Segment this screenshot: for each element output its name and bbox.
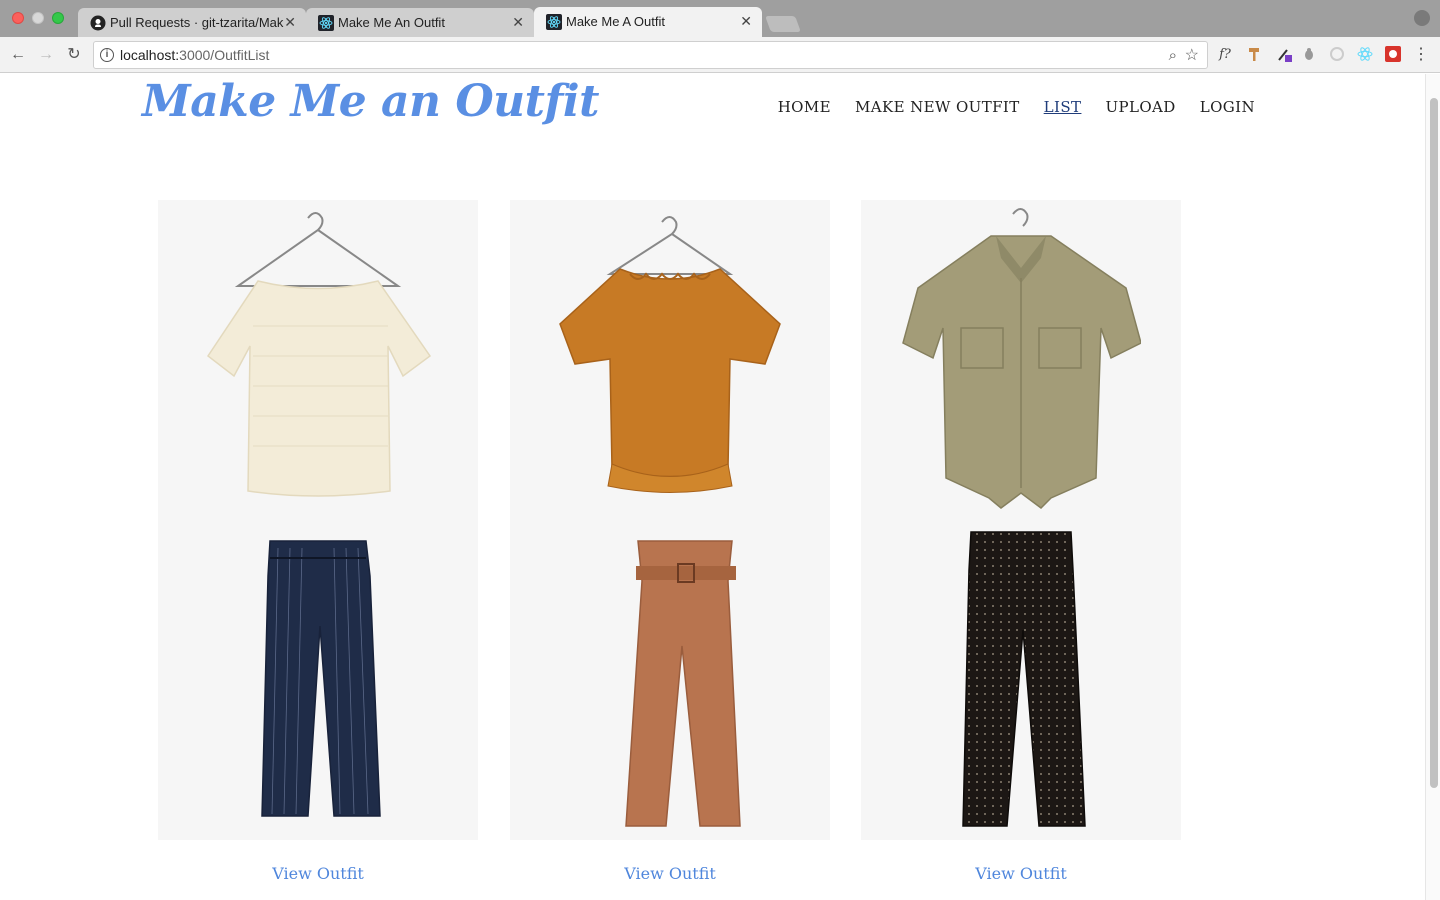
formula-extension-icon[interactable]: f? [1216, 46, 1234, 64]
hammer-extension-icon[interactable] [1246, 46, 1264, 64]
page-scrollbar[interactable] [1425, 74, 1440, 900]
red-extension-icon[interactable] [1384, 46, 1402, 64]
outfit-card: View Outfit [861, 200, 1181, 883]
forward-arrow-icon[interactable]: → [36, 45, 56, 65]
info-icon[interactable]: i [100, 48, 114, 62]
redux-extension-icon[interactable] [1328, 46, 1346, 64]
outfit-photo[interactable] [510, 200, 830, 840]
view-outfit-link[interactable]: View Outfit [510, 864, 830, 883]
bottom-garment-image [510, 536, 830, 832]
react-devtools-icon[interactable] [1356, 46, 1374, 64]
address-bar[interactable]: i localhost:3000/OutfitList ⌕ ☆ [93, 41, 1208, 69]
nav-upload[interactable]: UPLOAD [1105, 98, 1175, 116]
tab-label: Make Me A Outfit [566, 14, 665, 29]
top-garment-image [510, 214, 830, 494]
bottom-garment-image [861, 530, 1181, 830]
view-outfit-link[interactable]: View Outfit [158, 864, 478, 883]
tab-make-me-a-outfit[interactable]: Make Me A Outfit ✕ [534, 7, 762, 37]
top-garment-image [861, 208, 1181, 513]
search-icon[interactable]: ⌕ [1169, 47, 1177, 64]
close-icon[interactable]: ✕ [284, 8, 296, 37]
react-icon [546, 14, 562, 30]
nav-login[interactable]: LOGIN [1200, 98, 1255, 116]
outfit-card: View Outfit [510, 200, 830, 883]
color-picker-extension-icon[interactable] [1276, 46, 1294, 64]
nav-list[interactable]: LIST [1044, 98, 1082, 116]
nav-make-new-outfit[interactable]: MAKE NEW OUTFIT [855, 98, 1020, 116]
url-host: localhost: [120, 47, 180, 63]
menu-kebab-icon[interactable]: ⋮ [1412, 46, 1430, 64]
top-garment-image [158, 206, 478, 501]
new-tab-button[interactable] [765, 16, 801, 32]
maximize-window-button[interactable] [52, 12, 64, 24]
tab-pull-requests[interactable]: Pull Requests · git-tzarita/Mak ✕ [78, 8, 306, 37]
profile-icon[interactable] [1414, 10, 1430, 26]
view-outfit-link[interactable]: View Outfit [861, 864, 1181, 883]
tab-label: Pull Requests · git-tzarita/Mak [110, 15, 284, 30]
outfit-photo[interactable] [158, 200, 478, 840]
browser-toolbar: ← → ↻ i localhost:3000/OutfitList ⌕ ☆ f?… [0, 37, 1440, 73]
tab-label: Make Me An Outfit [338, 15, 445, 30]
outfit-photo[interactable] [861, 200, 1181, 840]
outfit-card: View Outfit [158, 200, 478, 883]
site-logo[interactable]: Make Me an Outfit [142, 76, 599, 127]
react-icon [318, 15, 334, 31]
main-nav: HOME MAKE NEW OUTFIT LIST UPLOAD LOGIN [778, 98, 1255, 116]
bookmark-star-icon[interactable]: ☆ [1185, 45, 1199, 65]
bug-extension-icon[interactable] [1300, 46, 1318, 64]
url-text[interactable]: localhost:3000/OutfitList [120, 42, 269, 69]
tab-make-me-an-outfit[interactable]: Make Me An Outfit ✕ [306, 8, 534, 37]
browser-titlebar: Pull Requests · git-tzarita/Mak ✕ Make M… [0, 0, 1440, 37]
nav-home[interactable]: HOME [778, 98, 831, 116]
minimize-window-button[interactable] [32, 12, 44, 24]
close-icon[interactable]: ✕ [512, 8, 524, 37]
url-path: 3000/OutfitList [179, 47, 270, 63]
github-icon [90, 15, 106, 31]
scrollbar-thumb[interactable] [1430, 98, 1438, 788]
close-window-button[interactable] [12, 12, 24, 24]
bottom-garment-image [158, 536, 478, 821]
close-icon[interactable]: ✕ [740, 7, 752, 36]
page-content: Make Me an Outfit HOME MAKE NEW OUTFIT L… [0, 74, 1425, 900]
reload-icon[interactable]: ↻ [64, 45, 84, 65]
back-arrow-icon[interactable]: ← [8, 45, 28, 65]
